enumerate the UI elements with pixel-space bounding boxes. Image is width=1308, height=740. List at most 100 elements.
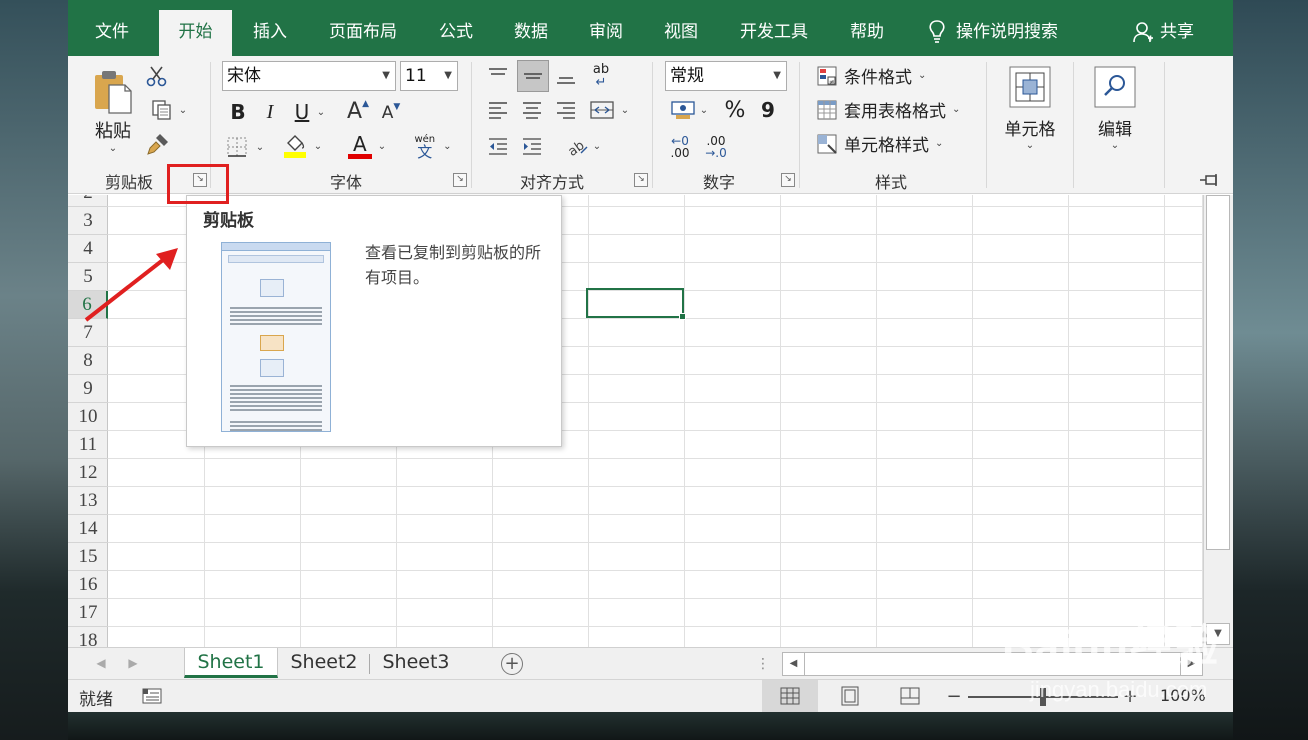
macro-record-button[interactable] bbox=[140, 686, 164, 706]
add-sheet-button[interactable]: + bbox=[501, 653, 523, 675]
editing-button[interactable]: 编辑 ⌄ bbox=[1084, 60, 1146, 156]
row-header[interactable]: 16 bbox=[68, 571, 108, 599]
selected-cell[interactable] bbox=[586, 288, 684, 318]
share-button[interactable]: 共享 bbox=[1132, 10, 1194, 54]
row-header[interactable]: 15 bbox=[68, 543, 108, 571]
tab-formulas[interactable]: 公式 bbox=[427, 10, 485, 56]
tab-file[interactable]: 文件 bbox=[82, 10, 142, 56]
copy-button[interactable]: ⌄ bbox=[146, 98, 192, 122]
baidu-watermark-url: jingyan.baidu.com bbox=[1030, 677, 1208, 702]
font-color-button[interactable]: A ⌄ bbox=[341, 132, 393, 160]
cell-styles-button[interactable]: 单元格样式 ⌄ bbox=[816, 131, 943, 156]
number-dialog-launcher[interactable]: ↘ bbox=[781, 173, 795, 187]
row-header[interactable]: 8 bbox=[68, 347, 108, 375]
tab-review[interactable]: 审阅 bbox=[577, 10, 635, 56]
sheet-tab-sheet2[interactable]: Sheet2 bbox=[280, 648, 368, 678]
fill-handle[interactable] bbox=[679, 313, 686, 320]
page-layout-view-button[interactable] bbox=[838, 686, 862, 706]
merge-center-button[interactable]: ⌄ bbox=[584, 96, 634, 124]
increase-decimal-button[interactable]: ←0 .00 bbox=[665, 132, 695, 162]
row-header[interactable]: 9 bbox=[68, 375, 108, 403]
cut-button[interactable] bbox=[146, 64, 168, 88]
cells-icon bbox=[1009, 66, 1051, 108]
format-as-table-button[interactable]: 套用表格格式 ⌄ bbox=[816, 97, 960, 122]
menu-bar: 文件 开始 插入 页面布局 公式 数据 审阅 视图 开发工具 帮助 操作说明搜索… bbox=[68, 0, 1233, 56]
align-bottom-button[interactable] bbox=[552, 62, 580, 90]
vertical-scroll-thumb[interactable] bbox=[1206, 195, 1230, 550]
row-header[interactable]: 13 bbox=[68, 487, 108, 515]
tab-page-layout[interactable]: 页面布局 bbox=[318, 10, 408, 56]
tab-insert[interactable]: 插入 bbox=[240, 10, 300, 56]
underline-button[interactable]: U bbox=[291, 98, 313, 126]
align-right-button[interactable] bbox=[552, 96, 580, 124]
macro-record-icon bbox=[142, 688, 162, 704]
page-break-view-button[interactable] bbox=[898, 686, 922, 706]
row-header[interactable]: 3 bbox=[68, 207, 108, 235]
tab-developer[interactable]: 开发工具 bbox=[729, 10, 819, 56]
normal-view-button[interactable] bbox=[762, 680, 818, 712]
number-group-label: 数字 bbox=[702, 173, 735, 192]
shrink-font-button[interactable]: A ▼ bbox=[378, 100, 404, 126]
underline-dropdown-icon[interactable]: ⌄ bbox=[315, 102, 327, 122]
alignment-dialog-launcher[interactable]: ↘ bbox=[634, 173, 648, 187]
italic-button[interactable]: I bbox=[259, 98, 281, 126]
grid-view-icon bbox=[780, 687, 800, 705]
font-name-dropdown-icon[interactable]: ▼ bbox=[382, 62, 390, 90]
currency-icon bbox=[671, 101, 695, 119]
conditional-formatting-button[interactable]: ≠ 条件格式 ⌄ bbox=[816, 63, 926, 88]
decrease-decimal-button[interactable]: .00 →.0 bbox=[701, 132, 731, 162]
accounting-format-button[interactable]: ⌄ bbox=[665, 96, 713, 124]
next-sheet-icon[interactable]: ▶ bbox=[124, 652, 142, 674]
row-header[interactable]: 14 bbox=[68, 515, 108, 543]
tell-me-search[interactable]: 操作说明搜索 bbox=[926, 10, 1058, 54]
font-dialog-launcher[interactable]: ↘ bbox=[453, 173, 467, 187]
number-format-combo[interactable]: 常规 ▼ bbox=[665, 61, 787, 91]
vertical-scrollbar[interactable]: ▼ bbox=[1203, 195, 1233, 647]
fill-color-button[interactable]: ⌄ bbox=[277, 132, 327, 160]
grid-row-line bbox=[108, 598, 1203, 599]
merge-dropdown-icon: ⌄ bbox=[620, 104, 630, 116]
pin-ribbon-button[interactable] bbox=[1196, 170, 1224, 190]
align-top-button[interactable] bbox=[484, 62, 512, 90]
align-left-button[interactable] bbox=[484, 96, 512, 124]
zoom-out-button[interactable]: − bbox=[946, 686, 962, 707]
wrap-text-button[interactable]: ab ↵ bbox=[584, 60, 618, 92]
scroll-left-button[interactable]: ◀ bbox=[783, 653, 805, 675]
prev-sheet-icon[interactable]: ◀ bbox=[92, 652, 110, 674]
font-name-combo[interactable]: 宋体 ▼ bbox=[222, 61, 396, 91]
borders-button[interactable]: ⌄ bbox=[223, 134, 267, 160]
grow-font-button[interactable]: A ▲ bbox=[345, 96, 371, 126]
phonetic-button[interactable]: wén 文 ⌄ bbox=[407, 132, 459, 160]
row-header[interactable]: 10 bbox=[68, 403, 108, 431]
tab-home[interactable]: 开始 bbox=[159, 10, 232, 56]
format-painter-button[interactable] bbox=[146, 132, 170, 156]
tab-data[interactable]: 数据 bbox=[502, 10, 560, 56]
font-size-dropdown-icon[interactable]: ▼ bbox=[444, 62, 452, 90]
percent-style-button[interactable]: % bbox=[721, 96, 749, 124]
conditional-formatting-icon: ≠ bbox=[817, 66, 837, 86]
number-format-dropdown-icon[interactable]: ▼ bbox=[773, 62, 781, 90]
align-middle-button[interactable] bbox=[517, 60, 549, 92]
row-header[interactable]: 12 bbox=[68, 459, 108, 487]
tab-view[interactable]: 视图 bbox=[652, 10, 710, 56]
row-header[interactable]: 17 bbox=[68, 599, 108, 627]
copy-icon bbox=[152, 100, 171, 120]
alignment-group: ab ↵ ⌄ ab ⌄ 对齐方式 ↘ bbox=[472, 56, 652, 194]
comma-style-button[interactable]: 9 bbox=[757, 96, 779, 124]
align-center-button[interactable] bbox=[518, 96, 546, 124]
increase-indent-button[interactable] bbox=[518, 132, 546, 160]
row-header[interactable]: 18 bbox=[68, 627, 108, 647]
cells-button[interactable]: 单元格 ⌄ bbox=[999, 60, 1061, 156]
row-header[interactable]: 2 bbox=[68, 195, 108, 207]
sheet-tab-sheet3[interactable]: Sheet3 bbox=[372, 648, 460, 678]
tab-split-handle-icon[interactable]: ⋮ bbox=[756, 654, 770, 674]
tab-help[interactable]: 帮助 bbox=[838, 10, 896, 56]
paste-button[interactable]: 粘贴 ⌄ bbox=[88, 64, 138, 158]
decrease-indent-button[interactable] bbox=[484, 132, 512, 160]
bold-button[interactable]: B bbox=[227, 98, 249, 126]
row-header[interactable]: 11 bbox=[68, 431, 108, 459]
orientation-button[interactable]: ab ⌄ bbox=[560, 132, 606, 160]
font-size-combo[interactable]: 11 ▼ bbox=[400, 61, 458, 91]
grid-row-line bbox=[108, 542, 1203, 543]
sheet-tab-sheet1[interactable]: Sheet1 bbox=[184, 648, 278, 678]
